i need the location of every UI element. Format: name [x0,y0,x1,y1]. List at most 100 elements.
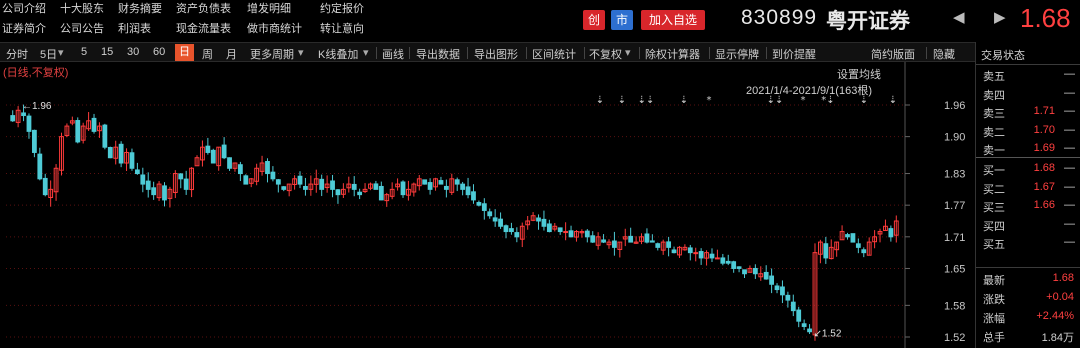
candle-body [21,112,26,117]
link-financial-summary[interactable]: 财务摘要 [118,3,162,16]
candle-body [628,235,634,243]
ask-label: 卖二 [983,126,1005,139]
candle-body [785,294,791,301]
candle-body [243,175,249,185]
ask-label: 卖四 [983,89,1005,102]
show-suspension-button[interactable]: 显示停牌 [715,46,759,62]
tab-5min[interactable]: 5 [81,46,87,58]
link-company-intro[interactable]: 公司介绍 [2,3,46,16]
y-tick-label: 1.58 [944,300,965,312]
bid-volume: — [1064,236,1075,248]
toolbar-divider [526,47,527,59]
draw-line-button[interactable]: 画线 [382,46,404,62]
candle-body [601,239,606,243]
link-transfer-intent[interactable]: 转让意向 [320,23,364,36]
candle-body [151,187,157,196]
candle-body [297,175,303,185]
candle-body [183,178,189,190]
link-income-statement[interactable]: 利润表 [118,23,151,36]
bid-price: 1.67 [1033,180,1055,193]
bid-row: 买四 — [976,216,1080,234]
tab-15min[interactable]: 15 [101,46,113,58]
candle-body [709,253,715,259]
candle-body [845,234,850,238]
price-alert-button[interactable]: 到价提醒 [772,46,816,62]
next-stock-icon[interactable]: ▶ [994,8,1006,26]
stat-label: 总手 [983,332,1005,344]
adjust-mode-dropdown-icon[interactable]: ▾ [625,46,631,59]
range-stats-button[interactable]: 区间统计 [532,46,576,62]
link-market-maker-stats[interactable]: 做市商统计 [247,23,302,36]
stat-row: 总手 1.84万 [976,327,1080,345]
link-company-notices[interactable]: 公司公告 [60,23,104,36]
bid-label: 买四 [983,220,1005,233]
more-periods-menu[interactable]: 更多周期 [250,46,294,62]
toolbar-divider [639,47,640,59]
tab-30min[interactable]: 30 [127,46,139,58]
tab-monthly[interactable]: 月 [226,46,237,62]
link-additional-issue[interactable]: 增发明细 [247,3,291,16]
ma-settings-button[interactable]: 设置均线 [837,66,881,82]
kline-overlay-menu[interactable]: K线叠加 [318,46,358,62]
candle-body [129,152,135,169]
badge-shi[interactable]: 市 [611,10,633,30]
bid-label: 买二 [983,183,1005,196]
candle-body [546,223,552,233]
export-image-button[interactable]: 导出图形 [474,46,518,62]
candle-body [42,177,48,196]
candle-body [671,249,677,254]
adjust-mode-menu[interactable]: 不复权 [589,46,622,62]
tab-5day[interactable]: 5日 [40,46,57,62]
stock-header: 公司介绍 十大股东 财务摘要 资产负债表 增发明细 约定报价 证券简介 公司公告… [0,0,1080,42]
simple-layout-button[interactable]: 简约版面 [871,46,915,62]
candle-body [790,301,796,312]
tab-daily[interactable]: 日 [175,44,194,61]
candle-body [422,179,428,185]
tab-5day-dropdown-icon[interactable]: ▾ [58,46,64,59]
stat-label: 涨幅 [983,313,1005,325]
tab-intraday[interactable]: 分时 [6,46,28,62]
tab-weekly[interactable]: 周 [202,46,213,62]
last-price: 1.68 [1020,3,1071,33]
link-cash-flow[interactable]: 现金流量表 [176,23,231,36]
candle-body [351,183,357,190]
stat-value: +0.04 [1046,291,1074,303]
badge-chuang[interactable]: 创 [583,10,605,30]
stat-value: 1.84万 [1041,332,1074,344]
link-security-brief[interactable]: 证券简介 [2,23,46,36]
link-balance-sheet[interactable]: 资产负债表 [176,3,231,16]
candle-body [221,144,227,159]
panel-divider [976,267,1080,268]
link-agreed-quote[interactable]: 约定报价 [320,3,364,16]
kline-chart[interactable]: 1.96 1.90 1.83 1.77 1.71 1.65 1.58 1.52 ←1.96 ↙1.… [0,62,975,348]
candle-body [736,266,742,269]
ex-rights-calculator-button[interactable]: 除权计算器 [645,46,700,62]
export-data-button[interactable]: 导出数据 [416,46,460,62]
toolbar-divider [467,47,468,59]
link-top10-holders[interactable]: 十大股东 [60,3,104,16]
ask-label: 卖五 [983,71,1005,83]
candle-body [330,180,335,190]
stat-value: 1.68 [1052,272,1074,284]
candle-body [720,257,726,264]
candle-body [487,211,493,217]
prev-stock-icon[interactable]: ◀ [953,8,965,26]
candle-body [319,178,325,190]
candle-body [481,203,487,211]
candle-body [373,183,379,190]
tab-60min[interactable]: 60 [153,46,165,58]
kline-chart-canvas[interactable]: 1.96 1.90 1.83 1.77 1.71 1.65 1.58 1.52 ←1.96 ↙1.… [0,62,975,348]
candle-body [568,230,574,238]
add-watchlist-button[interactable]: 加入自选 [641,10,705,30]
stat-label: 最新 [983,275,1005,287]
toolbar-divider [709,47,710,59]
y-tick-label: 1.90 [944,132,965,144]
kline-overlay-dropdown-icon[interactable]: ▾ [363,46,369,59]
hide-panel-button[interactable]: 隐藏 [933,46,955,62]
more-periods-dropdown-icon[interactable]: ▾ [298,46,304,59]
ask-price: 1.71 [1033,105,1055,117]
candle-body [75,120,81,143]
stat-label: 涨跌 [983,294,1005,306]
toolbar-divider [376,47,377,59]
candle-body [134,169,140,175]
